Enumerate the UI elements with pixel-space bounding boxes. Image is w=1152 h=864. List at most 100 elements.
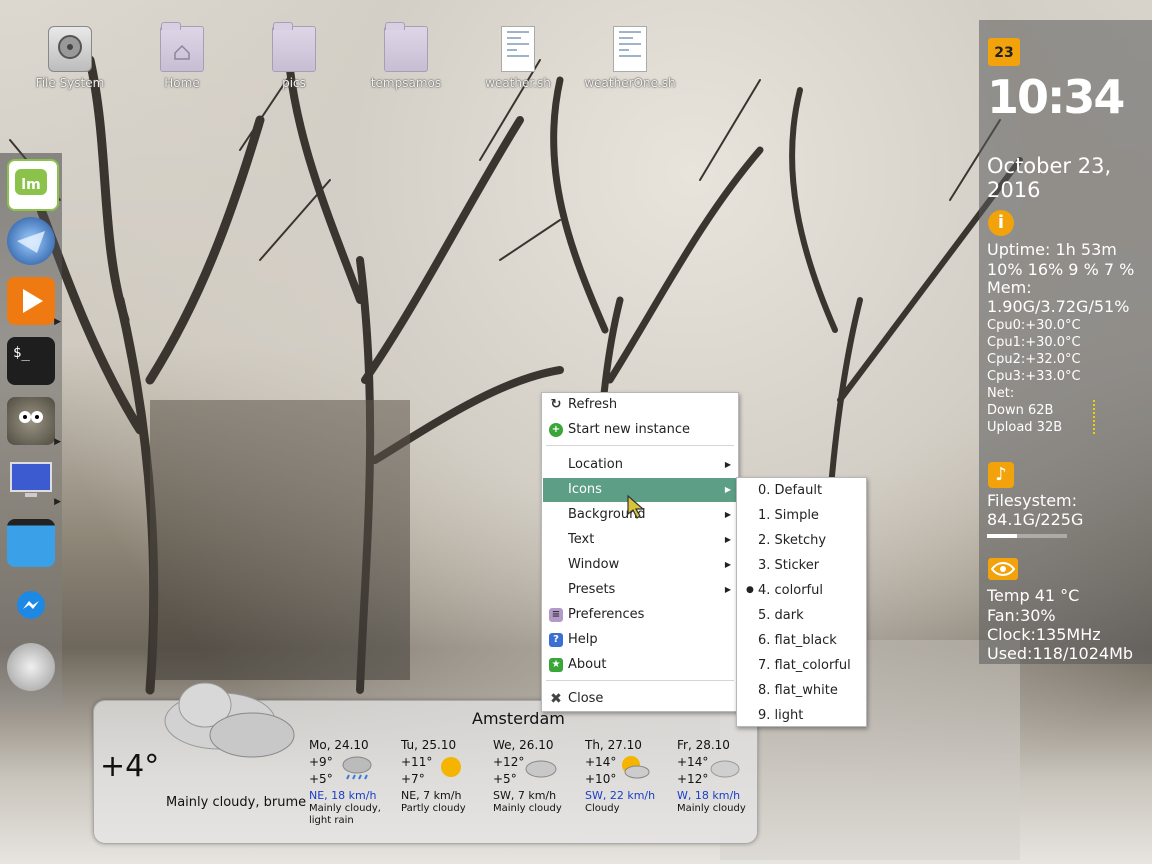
conky-uptime: Uptime: 1h 53m xyxy=(987,240,1117,259)
about-star-icon: ★ xyxy=(549,658,563,672)
menu-item-label: Refresh xyxy=(568,397,618,412)
conky-gpu-temp: Temp 41 °C xyxy=(987,586,1080,605)
dock-item-terminal[interactable]: $_ xyxy=(7,337,55,385)
menu-item-presets[interactable]: Presets ▶ xyxy=(543,578,737,602)
submenu-item-icon-theme[interactable]: 2. Sketchy xyxy=(738,528,865,553)
folder-icon xyxy=(384,22,428,72)
dock-item-messenger[interactable] xyxy=(7,583,55,631)
preferences-icon: ≡ xyxy=(549,608,563,622)
left-dock: lm ▶ $_ ▶ ▶ xyxy=(0,153,62,710)
forecast-day-name: Th, 27.10 xyxy=(585,738,642,752)
submenu-item-icon-theme[interactable]: 9. light xyxy=(738,703,865,728)
desktop-icon-label: weatherOne.sh xyxy=(584,76,676,90)
dock-item-display-settings[interactable]: ▶ xyxy=(7,457,61,507)
submenu-item-icon-theme[interactable]: 6. flat_black xyxy=(738,628,865,653)
weather-widget[interactable]: Amsterdam +4° Mainly cloudy, brume Mo, 2… xyxy=(93,682,758,844)
rain-cloud-icon xyxy=(342,756,372,780)
forecast-day-name: Mo, 24.10 xyxy=(309,738,369,752)
submenu-item-label: 0. Default xyxy=(758,483,823,498)
dock-item-mint-menu[interactable]: lm xyxy=(7,159,59,211)
submenu-arrow-icon: ▶ xyxy=(724,560,731,569)
cloud-icon xyxy=(710,760,740,778)
submenu-item-label: 8. flat_white xyxy=(758,683,838,698)
music-icon: ♪ xyxy=(988,462,1014,488)
monitor-icon xyxy=(10,462,52,497)
menu-item-label: Presets xyxy=(568,582,616,597)
forecast-condition: Mainly cloudy xyxy=(493,803,562,814)
window-icon xyxy=(7,519,55,567)
submenu-arrow-icon: ▶ xyxy=(724,585,731,594)
forecast-wind: W, 18 km/h xyxy=(677,789,741,802)
submenu-item-icon-theme[interactable]: 7. flat_colorful xyxy=(738,653,865,678)
submenu-item-icon-theme[interactable]: ● 4. colorful xyxy=(738,578,865,603)
menu-item-location[interactable]: Location ▶ xyxy=(543,453,737,477)
desktop-icon-label: weather.sh xyxy=(485,76,551,90)
add-icon: + xyxy=(549,423,563,437)
play-icon xyxy=(23,289,43,313)
menu-item-window[interactable]: Window ▶ xyxy=(543,553,737,577)
launcher-arrow-icon: ▶ xyxy=(54,437,61,447)
desktop-icon-weatherone-sh[interactable]: weatherOne.sh xyxy=(584,26,676,91)
wallpaper-building xyxy=(150,400,410,680)
dock-item-gimp[interactable]: ▶ xyxy=(7,397,61,447)
script-file-icon xyxy=(613,26,647,72)
dock-item-thunderbird[interactable] xyxy=(7,217,55,265)
conky-gpu-fan: Fan:30% xyxy=(987,606,1056,625)
menu-item-label: Text xyxy=(568,532,595,547)
weather-current-temp: +4° xyxy=(100,749,160,784)
weather-current-desc: Mainly cloudy, brume xyxy=(166,795,307,810)
desktop-icon-home[interactable]: Home xyxy=(136,22,228,91)
help-icon: ? xyxy=(549,633,563,647)
desktop-icon-weather-sh[interactable]: weather.sh xyxy=(472,26,564,91)
submenu-item-label: 4. colorful xyxy=(758,583,823,598)
menu-item-start-new-instance[interactable]: + Start new instance xyxy=(543,418,737,442)
forecast-condition: Partly cloudy xyxy=(401,803,466,814)
menu-item-label: Icons xyxy=(568,482,602,497)
forecast-wind: SW, 22 km/h xyxy=(585,789,656,802)
menu-item-refresh[interactable]: ↻ Refresh xyxy=(543,393,737,417)
menu-item-label: Preferences xyxy=(568,607,645,622)
conky-down: Down 62B xyxy=(987,403,1054,418)
conky-cpu3: Cpu3:+33.0°C xyxy=(987,369,1081,384)
cloud-icon xyxy=(164,682,295,758)
forecast-condition: Cloudy xyxy=(585,803,620,814)
submenu-item-icon-theme[interactable]: 3. Sticker xyxy=(738,553,865,578)
desktop-icon-pics[interactable]: pics xyxy=(248,22,340,91)
menu-item-preferences[interactable]: ≡ Preferences xyxy=(543,603,737,627)
menu-item-help[interactable]: ? Help xyxy=(543,628,737,652)
dock-item-file-manager[interactable] xyxy=(7,519,55,567)
refresh-icon: ↻ xyxy=(550,397,562,412)
messenger-icon xyxy=(17,591,45,619)
dock-item-media-player[interactable]: ▶ xyxy=(7,277,61,327)
submenu-arrow-icon: ▶ xyxy=(724,510,731,519)
submenu-item-icon-theme[interactable]: 1. Simple xyxy=(738,503,865,528)
submenu-item-icon-theme[interactable]: 0. Default xyxy=(738,478,865,503)
desktop-icon-label: File System xyxy=(35,76,105,90)
forecast-condition: Mainly cloudy xyxy=(677,803,746,814)
desktop-icon-file-system[interactable]: File System xyxy=(24,26,116,91)
dock-item-weather[interactable] xyxy=(7,643,55,691)
menu-item-label: About xyxy=(568,657,607,672)
conky-cpu1: Cpu1:+30.0°C xyxy=(987,335,1081,350)
menu-item-label: Help xyxy=(568,632,598,647)
menu-item-text[interactable]: Text ▶ xyxy=(543,528,737,552)
launcher-arrow-icon: ▶ xyxy=(54,497,61,507)
submenu-item-icon-theme[interactable]: 8. flat_white xyxy=(738,678,865,703)
gpu-icon xyxy=(988,558,1018,580)
menu-item-about[interactable]: ★ About xyxy=(543,653,737,677)
menu-separator xyxy=(546,680,734,681)
forecast-day: Fr, 28.10 +14° +12° W, 18 km/h Mainly cl… xyxy=(677,737,767,815)
forecast-day-name: Tu, 25.10 xyxy=(401,738,457,752)
svg-text:lm: lm xyxy=(21,177,40,193)
terminal-icon: $_ xyxy=(13,345,30,361)
conky-date: October 23, 2016 xyxy=(987,154,1112,202)
cloud-icon xyxy=(7,643,55,691)
forecast-wind: NE, 18 km/h xyxy=(309,789,377,802)
submenu-item-icon-theme[interactable]: 5. dark xyxy=(738,603,865,628)
info-icon: i xyxy=(988,210,1014,236)
forecast-day: We, 26.10 +12° +5° SW, 7 km/h Mainly clo… xyxy=(493,737,583,815)
desktop-icon-tempsamos[interactable]: tempsamos xyxy=(360,22,452,91)
menu-item-close[interactable]: ✖ Close xyxy=(543,687,737,711)
conky-cpu-usage: 10% 16% 9 % 7 % xyxy=(987,260,1135,279)
conky-fs-label: Filesystem: xyxy=(987,491,1078,510)
